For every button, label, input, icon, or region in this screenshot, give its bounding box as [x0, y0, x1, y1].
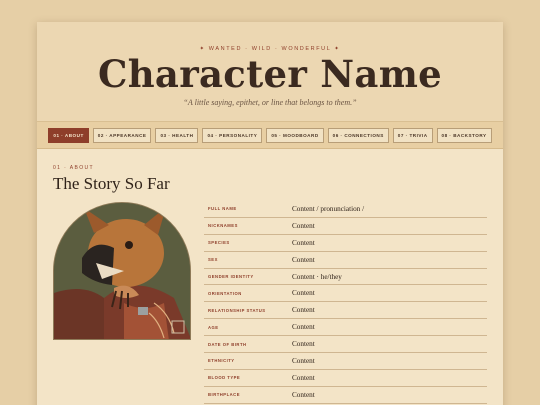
row-label: ORIENTATION — [208, 290, 242, 296]
header: ✦ WANTED · WILD · WONDERFUL ✦ Character … — [37, 22, 503, 122]
row-label: GENDER IDENTITY — [208, 274, 254, 279]
profile-table: FULL NAME Content / pronunciation / NICKNA… — [204, 201, 487, 404]
row-value: Content — [292, 306, 315, 315]
row-value: Content — [292, 255, 315, 264]
tab-appearance[interactable]: 02 · APPEARANCE — [92, 127, 152, 143]
tab-bar: 01 · ABOUT 02 · APPEARANCE 03 · HEALTH 04 ·… — [37, 122, 503, 149]
table-row: SPECIES Content — [204, 235, 487, 252]
section-kicker: 01 · ABOUT — [53, 165, 94, 171]
tab-personality[interactable]: 04 · PERSONALITY — [202, 127, 263, 143]
header-subtitle: “A little saying, epithet, or line that … — [183, 98, 357, 107]
row-value: Content — [292, 356, 315, 365]
row-label: SEX — [208, 257, 218, 263]
table-row: AGE Content — [204, 319, 487, 337]
row-label: ETHNICITY — [208, 358, 235, 364]
row-value: Content — [292, 323, 315, 332]
table-row: GENDER IDENTITY Content · he/they — [204, 269, 487, 286]
tab-connections[interactable]: 06 · CONNECTIONS — [327, 127, 389, 143]
table-row: BIRTHPLACE Content — [204, 387, 487, 404]
row-value: Content — [292, 289, 315, 298]
character-portrait — [53, 202, 191, 340]
section-title: The Story So Far — [53, 174, 170, 193]
tab-about[interactable]: 01 · ABOUT — [48, 127, 89, 143]
row-label: DATE OF BIRTH — [208, 341, 247, 347]
row-value: Content / pronunciation / — [292, 204, 365, 213]
page-title: Character Name — [97, 52, 442, 96]
tab-health[interactable]: 03 · HEALTH — [155, 127, 199, 143]
row-value: Content — [292, 373, 315, 382]
table-row: RELATIONSHIP STATUS Content — [204, 302, 487, 320]
row-label: BIRTHPLACE — [208, 392, 240, 398]
row-value: Content — [292, 238, 315, 247]
row-value: Content — [292, 221, 315, 230]
row-value: Content · he/they — [292, 272, 342, 281]
row-label: SPECIES — [208, 240, 230, 246]
portrait-illustration — [54, 203, 190, 339]
table-row: NICKNAMES Content — [204, 218, 487, 235]
row-label: BLOOD TYPE — [208, 375, 241, 381]
row-value: Content — [292, 340, 315, 349]
tab-backstory[interactable]: 08 · BACKSTORY — [436, 127, 492, 143]
character-sheet-card: ✦ WANTED · WILD · WONDERFUL ✦ Character … — [37, 22, 503, 405]
row-label: AGE — [208, 324, 219, 330]
table-row: SEX Content — [204, 252, 487, 269]
row-label: FULL NAME — [208, 206, 237, 212]
table-row: DATE OF BIRTH Content — [204, 336, 487, 354]
row-label: NICKNAMES — [208, 223, 238, 229]
table-row: BLOOD TYPE Content — [204, 370, 487, 387]
row-label: RELATIONSHIP STATUS — [208, 307, 266, 313]
main-content: 01 · ABOUT The Story So Far FULL NAME Co… — [37, 149, 503, 405]
tab-trivia[interactable]: 07 · TRIVIA — [392, 127, 433, 143]
tab-moodboard[interactable]: 05 · MOODBOARD — [266, 127, 324, 143]
row-value: Content — [292, 390, 315, 399]
table-row: ORIENTATION Content — [204, 285, 487, 303]
table-row: FULL NAME Content / pronunciation / — [204, 201, 487, 218]
table-row: ETHNICITY Content — [204, 353, 487, 370]
